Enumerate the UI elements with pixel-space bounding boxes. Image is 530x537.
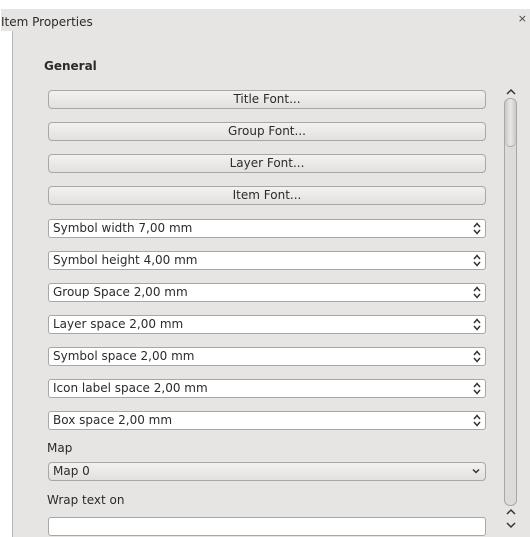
scroll-up-icon[interactable] [503,86,519,98]
spin-arrows-icon[interactable] [472,253,482,268]
spinbox-value: Icon label space 2,00 mm [53,381,208,395]
scrollbar-thumb[interactable] [505,99,516,147]
scroll-down-icon[interactable] [503,519,519,531]
spinbox-value: Layer space 2,00 mm [53,317,184,331]
vertical-scrollbar[interactable] [501,86,521,536]
box-space-spinbox[interactable]: Box space 2,00 mm [48,411,486,430]
panel-title: Item Properties [1,15,93,29]
spin-arrows-icon[interactable] [472,413,482,428]
map-label: Map [47,441,73,455]
symbol-height-spinbox[interactable]: Symbol height 4,00 mm [48,251,486,270]
close-icon[interactable]: × [518,13,527,25]
wrap-text-label: Wrap text on [47,493,125,507]
spin-arrows-icon[interactable] [472,349,482,364]
layer-space-spinbox[interactable]: Layer space 2,00 mm [48,315,486,334]
group-font-button[interactable]: Group Font... [48,122,486,141]
wrap-text-input[interactable] [48,517,486,536]
symbol-width-spinbox[interactable]: Symbol width 7,00 mm [48,219,486,238]
spinbox-value: Symbol height 4,00 mm [53,253,198,267]
spin-arrows-icon[interactable] [472,221,482,236]
chevron-down-icon [472,468,480,474]
spin-arrows-icon[interactable] [472,317,482,332]
section-title-general: General [44,59,97,73]
spin-arrows-icon[interactable] [472,381,482,396]
spin-arrows-icon[interactable] [472,285,482,300]
title-font-button[interactable]: Title Font... [48,90,486,109]
item-font-button[interactable]: Item Font... [48,186,486,205]
symbol-space-spinbox[interactable]: Symbol space 2,00 mm [48,347,486,366]
group-space-spinbox[interactable]: Group Space 2,00 mm [48,283,486,302]
scrollbar-track[interactable] [504,98,517,506]
scroll-up-icon[interactable] [503,506,519,518]
spinbox-value: Group Space 2,00 mm [53,285,188,299]
properties-content: General Title Font... Group Font... Laye… [13,31,503,537]
panel-header: Item Properties × [1,9,530,31]
spinbox-value: Box space 2,00 mm [53,413,173,427]
map-combobox-value: Map 0 [53,464,90,478]
item-properties-panel: Item Properties × General Title Font... … [1,9,530,537]
map-combobox[interactable]: Map 0 [48,462,486,481]
icon-label-space-spinbox[interactable]: Icon label space 2,00 mm [48,379,486,398]
spinbox-value: Symbol space 2,00 mm [53,349,195,363]
spinbox-value: Symbol width 7,00 mm [53,221,193,235]
layer-font-button[interactable]: Layer Font... [48,154,486,173]
